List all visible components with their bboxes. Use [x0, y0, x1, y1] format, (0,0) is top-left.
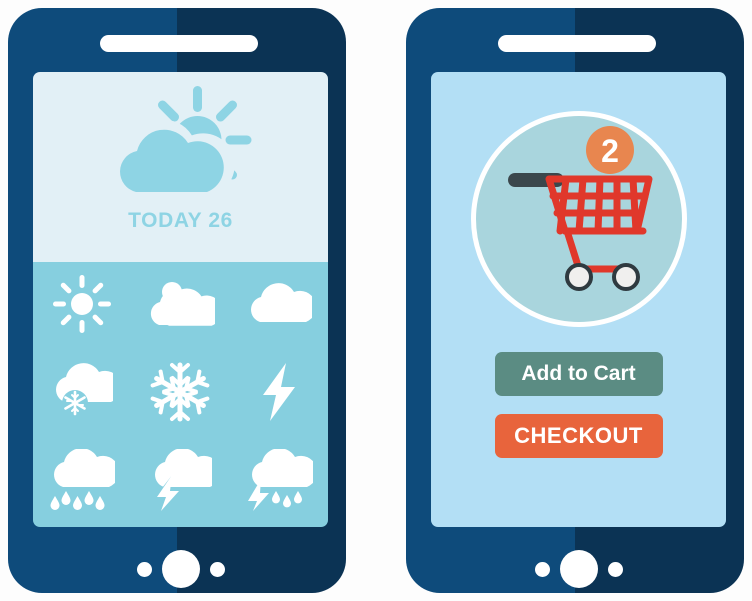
cloud-lightning-icon: [148, 448, 221, 516]
weather-icon-cell-cloudy[interactable]: [246, 282, 316, 331]
phone-home-controls: [33, 541, 328, 593]
cloud-thunder-rain-icon: [245, 448, 317, 516]
illustration-canvas: TODAY 26 2 Add to Cart CHECKOUT: [0, 0, 752, 601]
weather-icon-cell-thunderstorm[interactable]: [148, 448, 221, 516]
lightning-bolt-icon: [257, 361, 301, 428]
weather-hero-panel: TODAY 26: [33, 72, 328, 262]
menu-button[interactable]: [209, 561, 225, 577]
weather-icon-grid: [33, 262, 328, 527]
cloud-rain-icon: [49, 448, 120, 516]
sun-icon: [53, 274, 112, 338]
weather-screen[interactable]: TODAY 26: [33, 72, 328, 527]
today-temperature-label: TODAY 26: [128, 209, 233, 232]
weather-app-phone: TODAY 26: [8, 8, 346, 593]
sun-behind-cloud-icon: [145, 277, 223, 336]
home-button[interactable]: [559, 550, 598, 588]
weather-icon-cell-sunny[interactable]: [53, 274, 112, 338]
sun-behind-cloud-icon: [106, 82, 256, 207]
cart-item-count-badge: 2: [601, 133, 619, 169]
cloud-snow-icon: [51, 362, 122, 427]
weather-icon-cell-lightning[interactable]: [257, 361, 301, 428]
back-button[interactable]: [136, 561, 152, 577]
menu-button[interactable]: [607, 561, 623, 577]
shopping-cart-phone: 2 Add to Cart CHECKOUT: [406, 8, 744, 593]
cart-illustration: 2: [470, 111, 687, 327]
weather-icon-cell-thunder-showers[interactable]: [245, 448, 317, 516]
add-to-cart-button[interactable]: Add to Cart: [494, 352, 663, 396]
phone-speaker-grille: [498, 35, 656, 52]
back-button[interactable]: [534, 561, 550, 577]
checkout-button[interactable]: CHECKOUT: [494, 414, 663, 458]
weather-icon-cell-partly-cloudy[interactable]: [145, 277, 223, 336]
phone-home-controls: [431, 541, 726, 593]
cart-screen[interactable]: 2 Add to Cart CHECKOUT: [431, 72, 726, 527]
weather-icon-cell-rain[interactable]: [49, 448, 120, 516]
cloud-icon: [246, 282, 316, 331]
shopping-cart-icon: 2: [507, 126, 652, 291]
home-button[interactable]: [161, 550, 200, 588]
weather-icon-cell-snow[interactable]: [149, 361, 211, 428]
snowflake-icon: [149, 361, 211, 428]
phone-speaker-grille: [100, 35, 258, 52]
weather-icon-cell-light-snow[interactable]: [51, 362, 122, 427]
